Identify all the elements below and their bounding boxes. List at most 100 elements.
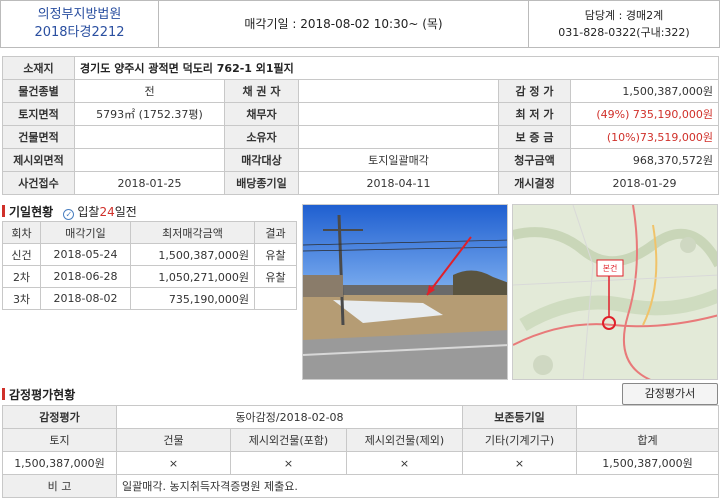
property-photo-image: [303, 205, 507, 379]
history-date: 2018-06-28: [40, 265, 131, 288]
info-label: 건물면적: [2, 125, 75, 149]
appraisal-price: 1,500,387,000원: [569, 79, 720, 103]
history-date: 2018-05-24: [40, 243, 131, 266]
contact-phone: 031-828-0322(구내:322): [558, 26, 690, 39]
badge-suffix: 일전: [114, 205, 137, 219]
info-value: 2018-01-25: [74, 171, 225, 195]
history-row: 2차 2018-06-28 1,050,271,000원 유찰: [2, 265, 297, 288]
location-map-image: 본건: [513, 205, 717, 379]
check-circle-icon: ✓: [63, 209, 75, 220]
history-row: 3차 2018-08-02 735,190,000원: [2, 287, 297, 310]
appraisal-value: ×: [116, 451, 231, 475]
appraisal-col-header: 기타(기계기구): [462, 428, 578, 452]
history-price: 1,500,387,000원: [130, 243, 255, 266]
appraisal-summary-row: 감정평가 동아감정/2018-02-08 보존등기일: [2, 405, 720, 429]
info-label: 물건종별: [2, 79, 75, 103]
history-row: 신건 2018-05-24 1,500,387,000원 유찰: [2, 243, 297, 266]
appraisal-col-header: 제시외건물(포함): [230, 428, 347, 452]
map-marker-label: 본건: [603, 263, 618, 273]
info-label: 사건접수: [2, 171, 75, 195]
appraisal-col-header: 합계: [576, 428, 720, 452]
appraisal-agency: 동아감정/2018-02-08: [115, 405, 464, 429]
appraisal-col-header: 건물: [116, 428, 231, 452]
auction-history-table: 회차 매각기일 최저매각금액 결과 신건 2018-05-24 1,500,38…: [2, 221, 297, 310]
history-price: 735,190,000원: [130, 287, 255, 310]
history-date: 2018-08-02: [40, 287, 131, 310]
info-row: 물건종별 전 채 권 자 감 정 가 1,500,387,000원: [2, 79, 720, 103]
appraisal-value: ×: [462, 451, 578, 475]
court-block: 의정부지방법원 2018타경2212: [1, 1, 159, 47]
appraisal-col-header: 제시외건물(제외): [345, 428, 464, 452]
appraisal-report-button[interactable]: 감정평가서: [622, 383, 718, 405]
info-value: 2018-04-11: [298, 171, 499, 195]
info-value: 5793㎡ (1752.37평): [74, 102, 225, 126]
info-label: 채 권 자: [224, 79, 299, 103]
badge-days: 24: [99, 205, 115, 219]
property-photo[interactable]: [302, 204, 508, 380]
history-header-row: 회차 매각기일 최저매각금액 결과: [2, 221, 297, 244]
history-result: 유찰: [254, 243, 297, 266]
info-label: 제시외면적: [2, 148, 75, 172]
info-label: 토지면적: [2, 102, 75, 126]
appraisal-total: 1,500,387,000원: [576, 451, 720, 475]
case-header: 의정부지방법원 2018타경2212 매각기일 : 2018-08-02 10:…: [0, 0, 720, 48]
history-header: 회차: [2, 221, 41, 244]
minimum-price: (49%) 735,190,000원: [569, 102, 720, 126]
info-value: [74, 148, 225, 172]
info-value: 토지일괄매각: [298, 148, 499, 172]
info-row: 토지면적 5793㎡ (1752.37평) 채무자 최 저 가 (49%) 73…: [2, 102, 720, 126]
appraisal-label: 감정평가: [2, 405, 117, 429]
info-value: [298, 125, 499, 149]
info-label: 매각대상: [224, 148, 299, 172]
appraisal-value-row: 1,500,387,000원 × × × × 1,500,387,000원: [2, 451, 720, 475]
appraisal-value: ×: [230, 451, 347, 475]
info-value: [298, 79, 499, 103]
bid-countdown-badge: ✓ 입찰24일전: [63, 205, 137, 220]
info-label: 배당종기일: [224, 171, 299, 195]
registration-label: 보존등기일: [462, 405, 578, 429]
history-title: 기일현황 ✓ 입찰24일전: [2, 203, 137, 220]
address-value: 경기도 양주시 광적면 덕도리 762-1 외1필지: [73, 56, 720, 80]
history-result: 유찰: [254, 265, 297, 288]
appraisal-table: 감정평가 동아감정/2018-02-08 보존등기일 토지 건물 제시외건물(포…: [2, 405, 720, 498]
appraisal-value: ×: [345, 451, 464, 475]
note-value: 일괄매각. 농지취득자격증명원 제출요.: [115, 474, 720, 498]
history-header: 최저매각금액: [130, 221, 255, 244]
info-value: 전: [74, 79, 225, 103]
history-header: 결과: [254, 221, 297, 244]
info-label: 소유자: [224, 125, 299, 149]
history-round: 3차: [2, 287, 41, 310]
auction-date: 매각기일 : 2018-08-02 10:30~ (목): [159, 1, 529, 47]
info-value: 2018-01-29: [569, 171, 720, 195]
info-label: 최 저 가: [498, 102, 571, 126]
info-value: [298, 102, 499, 126]
history-price: 1,050,271,000원: [130, 265, 255, 288]
history-round: 신건: [2, 243, 41, 266]
contact-block: 담당계 : 경매2계 031-828-0322(구내:322): [529, 1, 719, 47]
info-label: 감 정 가: [498, 79, 571, 103]
appraisal-header-row: 토지 건물 제시외건물(포함) 제시외건물(제외) 기타(기계기구) 합계: [2, 428, 720, 452]
appraisal-note-row: 비 고 일괄매각. 농지취득자격증명원 제출요.: [2, 474, 720, 498]
appraisal-title-text: 감정평가현황: [9, 388, 76, 402]
info-label: 채무자: [224, 102, 299, 126]
history-round: 2차: [2, 265, 41, 288]
court-name: 의정부지방법원: [37, 7, 122, 22]
appraisal-col-header: 토지: [2, 428, 117, 452]
info-value: [74, 125, 225, 149]
appraisal-title: 감정평가현황: [2, 386, 75, 403]
info-label: 보 증 금: [498, 125, 571, 149]
property-info-table: 소재지 경기도 양주시 광적면 덕도리 762-1 외1필지 물건종별 전 채 …: [2, 56, 720, 195]
claim-amount: 968,370,572원: [569, 148, 720, 172]
section-marker: [2, 388, 5, 400]
note-label: 비 고: [2, 474, 117, 498]
registration-value: [576, 405, 720, 429]
location-map[interactable]: 본건: [512, 204, 718, 380]
contact-dept: 담당계 : 경매2계: [584, 9, 664, 22]
info-row: 건물면적 소유자 보 증 금 (10%)73,519,000원: [2, 125, 720, 149]
history-header: 매각기일: [40, 221, 131, 244]
deposit-value: (10%)73,519,000원: [569, 125, 720, 149]
address-row: 소재지 경기도 양주시 광적면 덕도리 762-1 외1필지: [2, 56, 720, 80]
address-label: 소재지: [2, 56, 75, 80]
info-label: 청구금액: [498, 148, 571, 172]
info-row: 제시외면적 매각대상 토지일괄매각 청구금액 968,370,572원: [2, 148, 720, 172]
